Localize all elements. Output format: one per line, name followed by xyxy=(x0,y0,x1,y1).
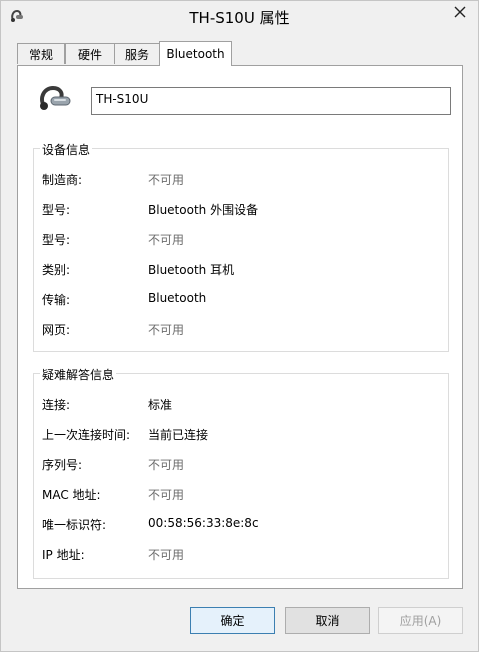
row-label: 传输: xyxy=(42,293,71,307)
tab-hardware[interactable]: 硬件 xyxy=(65,43,115,64)
device-name-field[interactable]: TH-S10U xyxy=(91,87,451,115)
row-label: MAC 地址: xyxy=(42,488,101,502)
row-label: 类别: xyxy=(42,263,71,277)
tab-general[interactable]: 常规 xyxy=(17,43,65,64)
tab-bluetooth[interactable]: Bluetooth xyxy=(159,41,232,66)
device-info-group: 设备信息 制造商: 不可用 型号: Bluetooth 外围设备 型号: 不可用… xyxy=(33,141,449,352)
properties-dialog: TH-S10U 属性 常规 硬件 服务 Bluetooth TH-S10U 设备… xyxy=(0,0,479,652)
row-value: 不可用 xyxy=(148,458,185,472)
ok-button[interactable]: 确定 xyxy=(190,607,275,634)
row-label: 型号: xyxy=(42,233,71,247)
row-value: 不可用 xyxy=(148,323,185,337)
row-label: 上一次连接时间: xyxy=(42,428,131,442)
apply-button[interactable]: 应用(A) xyxy=(378,607,463,634)
row-label: 网页: xyxy=(42,323,71,337)
row-value: Bluetooth xyxy=(148,291,207,305)
bluetooth-tab-panel: TH-S10U 设备信息 制造商: 不可用 型号: Bluetooth 外围设备… xyxy=(17,65,463,589)
close-icon xyxy=(454,6,466,18)
device-info-title: 设备信息 xyxy=(40,141,93,158)
row-value: Bluetooth 外围设备 xyxy=(148,203,259,217)
row-label: 制造商: xyxy=(42,173,83,187)
row-label: 唯一标识符: xyxy=(42,518,107,532)
row-label: 连接: xyxy=(42,398,71,412)
headset-icon xyxy=(40,85,71,110)
row-value: 不可用 xyxy=(148,488,185,502)
window-title: TH-S10U 属性 xyxy=(189,9,290,27)
row-value: 当前已连接 xyxy=(148,428,209,442)
row-value: 不可用 xyxy=(148,173,185,187)
close-button[interactable] xyxy=(446,2,474,22)
row-value: 00:58:56:33:8e:8c xyxy=(148,516,259,530)
troubleshoot-info-title: 疑难解答信息 xyxy=(40,366,117,383)
row-value: 不可用 xyxy=(148,548,185,562)
row-label: 序列号: xyxy=(42,458,83,472)
cancel-button[interactable]: 取消 xyxy=(285,607,370,634)
row-label: 型号: xyxy=(42,203,71,217)
tab-services[interactable]: 服务 xyxy=(114,43,160,64)
row-value: 不可用 xyxy=(148,233,185,247)
row-label: IP 地址: xyxy=(42,548,85,562)
row-value: Bluetooth 耳机 xyxy=(148,263,235,277)
row-value: 标准 xyxy=(148,398,173,412)
title-bar: TH-S10U 属性 xyxy=(1,1,478,31)
troubleshoot-info-group: 疑难解答信息 连接: 标准 上一次连接时间: 当前已连接 序列号: 不可用 MA… xyxy=(33,366,449,579)
